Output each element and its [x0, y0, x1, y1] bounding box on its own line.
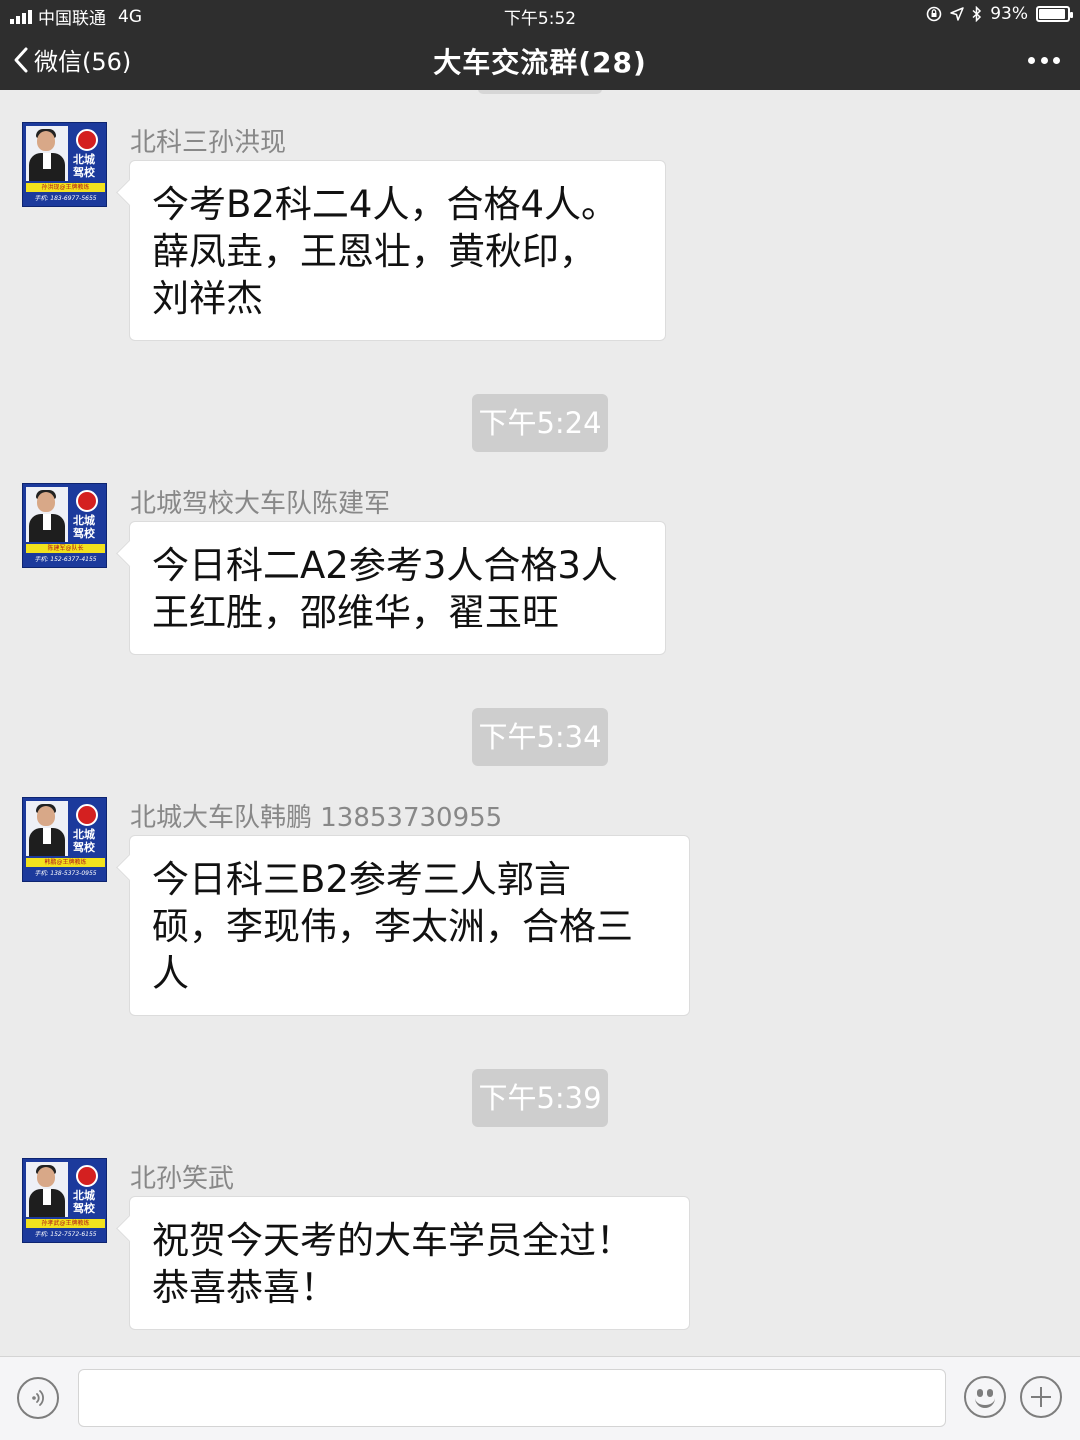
avatar-name-band: 陈建军@队长 — [26, 544, 105, 553]
message-bubble[interactable]: 祝贺今天考的大车学员全过！ 恭喜恭喜！ — [129, 1196, 690, 1330]
voice-icon — [32, 1390, 44, 1406]
previous-timestamp-stub — [478, 90, 602, 94]
message-bubble[interactable]: 今日科三B2参考三人郭言 硕，李现伟，李太洲，合格三 人 — [129, 835, 690, 1016]
voice-button[interactable] — [17, 1377, 59, 1419]
avatar-school-text: 北城 驾校 — [73, 153, 95, 179]
avatar[interactable]: 北城 驾校 陈建军@队长 手机: 152-6377-4155 — [22, 483, 107, 568]
input-bar — [0, 1356, 1080, 1440]
school-logo-icon — [76, 490, 98, 512]
nav-bar: 微信(56) 大车交流群(28) — [0, 30, 1080, 90]
more-dots-icon[interactable] — [1024, 46, 1064, 74]
timestamp: 下午5:39 — [472, 1069, 608, 1127]
sender-name: 北城驾校大车队陈建军 — [130, 489, 391, 519]
sender-name: 北科三孙洪现 — [130, 128, 287, 158]
message-bubble[interactable]: 今日科二A2参考3人合格3人 王红胜，邵维华，翟玉旺 — [129, 521, 666, 655]
status-bar: 中国联通 4G 下午5:52 93% — [0, 0, 1080, 30]
school-logo-icon — [76, 804, 98, 826]
message-input[interactable] — [78, 1369, 946, 1427]
plus-icon[interactable] — [1020, 1376, 1062, 1418]
chat-title: 大车交流群(28) — [433, 46, 647, 79]
avatar-school-text: 北城 驾校 — [73, 514, 95, 540]
battery-fill — [1039, 9, 1066, 19]
emoji-icon[interactable] — [964, 1376, 1006, 1418]
orientation-lock-icon — [926, 6, 942, 22]
timestamp: 下午5:24 — [472, 394, 608, 452]
school-logo-icon — [76, 129, 98, 151]
chevron-left-icon — [14, 47, 28, 72]
back-button[interactable]: 微信(56) — [12, 42, 131, 77]
sender-name: 北孙笑武 — [130, 1164, 235, 1194]
avatar-name-band: 孙孝武@王牌教练 — [26, 1219, 105, 1228]
timestamp: 下午5:34 — [472, 708, 608, 766]
avatar-school-text: 北城 驾校 — [73, 1189, 95, 1215]
location-arrow-icon — [950, 7, 964, 21]
avatar[interactable]: 北城 驾校 孙孝武@王牌教练 手机: 152-7572-6155 — [22, 1158, 107, 1243]
bluetooth-icon — [972, 6, 982, 22]
avatar-phone-text: 手机: 138-5373-0955 — [34, 870, 97, 877]
avatar-name-band: 韩鹏@王牌教练 — [26, 858, 105, 867]
avatar-phone-text: 手机: 183-6977-5655 — [34, 195, 97, 202]
status-time: 下午5:52 — [503, 9, 577, 29]
chat-area[interactable]: 北城 驾校 孙洪现@王牌教练 手机: 183-6977-5655 北科三孙洪现 … — [0, 90, 1080, 1356]
battery-percent: 93% — [990, 4, 1028, 24]
status-right: 93% — [926, 4, 1073, 24]
battery-icon — [1036, 6, 1073, 22]
avatar-phone-text: 手机: 152-7572-6155 — [34, 1231, 97, 1238]
avatar[interactable]: 北城 驾校 孙洪现@王牌教练 手机: 183-6977-5655 — [22, 122, 107, 207]
back-label: 微信(56) — [34, 48, 132, 76]
avatar-name-band: 孙洪现@王牌教练 — [26, 183, 105, 192]
avatar-school-text: 北城 驾校 — [73, 828, 95, 854]
school-logo-icon — [76, 1165, 98, 1187]
avatar-phone-text: 手机: 152-6377-4155 — [34, 556, 97, 563]
sender-name: 北城大车队韩鹏 13853730955 — [130, 803, 503, 833]
avatar[interactable]: 北城 驾校 韩鹏@王牌教练 手机: 138-5373-0955 — [22, 797, 107, 882]
message-bubble[interactable]: 今考B2科二4人，合格4人。 薛凤垚，王恩壮，黄秋印， 刘祥杰 — [129, 160, 666, 341]
